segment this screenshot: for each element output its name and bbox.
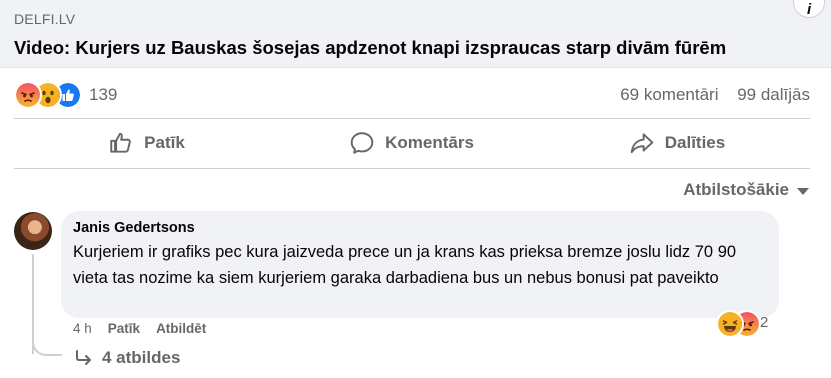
- comment-sort-dropdown[interactable]: Atbilstošākie: [683, 180, 809, 200]
- comment-like-button[interactable]: Patīk: [108, 321, 140, 336]
- like-button[interactable]: Patīk: [14, 120, 279, 166]
- info-button[interactable]: i: [793, 0, 825, 18]
- comment-time[interactable]: 4 h: [73, 321, 92, 336]
- post-reactions-row: 139 69 komentāri 99 dalījās: [14, 80, 810, 109]
- thumbs-up-icon: [110, 132, 131, 153]
- share-arrow-icon: [630, 133, 654, 154]
- reply-arrow-icon: [76, 350, 91, 365]
- post-stats: 69 komentāri 99 dalījās: [606, 85, 810, 105]
- comment-text: Kurjeriem ir grafiks pec kura jaizveda p…: [73, 243, 737, 287]
- chevron-down-icon: [797, 188, 809, 195]
- share-button[interactable]: Dalīties: [544, 120, 810, 166]
- post-actions: Patīk Komentārs Dalīties: [14, 120, 810, 166]
- reaction-count[interactable]: 139: [89, 85, 117, 105]
- divider: [14, 168, 810, 169]
- divider: [14, 118, 810, 119]
- shares-count[interactable]: 99 dalījās: [737, 85, 810, 104]
- view-replies-link[interactable]: 4 atbildes: [74, 348, 180, 368]
- comments-count[interactable]: 69 komentāri: [620, 85, 718, 104]
- share-label: Dalīties: [664, 133, 726, 152]
- replies-label: 4 atbildes: [102, 348, 181, 367]
- comment-reply-button[interactable]: Atbildēt: [156, 321, 206, 336]
- thread-connector: [32, 330, 62, 356]
- comment-bubble: Janis Gedertsons Kurjeriem ir grafiks pe…: [61, 211, 779, 318]
- comment-reactions[interactable]: 2: [716, 309, 769, 338]
- comment-author[interactable]: Janis Gedertsons: [73, 220, 195, 236]
- angry-reaction-icon: [14, 81, 42, 109]
- like-label: Patīk: [144, 133, 185, 152]
- sort-label: Atbilstošākie: [683, 180, 789, 199]
- comment-bubble-icon: [350, 132, 374, 154]
- link-headline[interactable]: Video: Kurjers uz Bauskas šosejas apdzen…: [14, 37, 726, 59]
- comment-label: Komentārs: [385, 133, 474, 152]
- comment-meta: 4 h Patīk Atbildēt: [73, 321, 206, 336]
- info-icon: i: [807, 1, 812, 18]
- link-preview-card[interactable]: DELFI.LV Video: Kurjers uz Bauskas šosej…: [0, 0, 831, 68]
- link-source: DELFI.LV: [14, 11, 76, 27]
- comment-reaction-count: 2: [760, 313, 769, 331]
- comment-button[interactable]: Komentārs: [279, 120, 544, 166]
- avatar[interactable]: [14, 212, 52, 250]
- haha-reaction-icon: [716, 310, 744, 338]
